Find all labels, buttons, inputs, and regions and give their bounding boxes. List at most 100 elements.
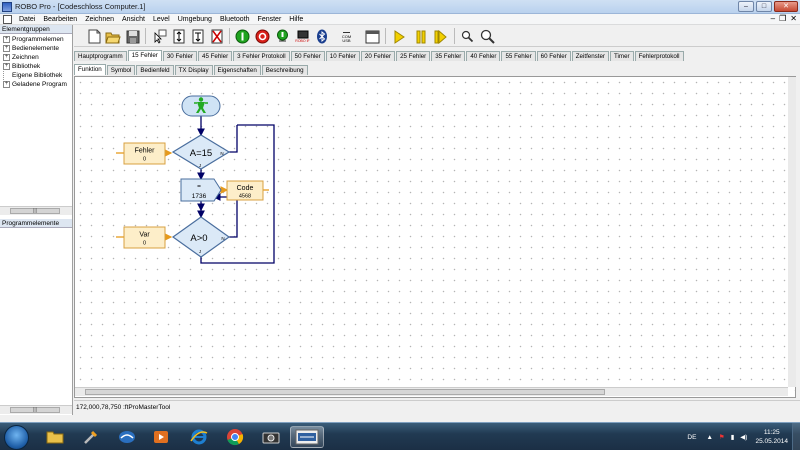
scroll-thumb[interactable]: ||| [10, 208, 60, 214]
expand-icon[interactable]: + [3, 63, 10, 70]
window-icon[interactable] [364, 28, 381, 45]
tab-45-fehler[interactable]: 45 Fehler [198, 51, 233, 61]
clock[interactable]: 11:25 25.05.2014 [755, 428, 788, 446]
tree-item-bibliothek[interactable]: + Bibliothek [0, 62, 72, 71]
bluetooth-icon[interactable] [313, 28, 330, 45]
menu-bearbeiten[interactable]: Bearbeiten [39, 16, 81, 23]
zoom-in-icon[interactable] [459, 28, 476, 45]
compare-a-equals-15[interactable]: A=15 J N [171, 134, 231, 170]
robo-pro-taskbar-icon[interactable] [290, 426, 324, 448]
tab-40-fehler[interactable]: 40 Fehler [466, 51, 501, 61]
zoom-out-icon[interactable] [479, 28, 496, 45]
elements-horizontal-scrollbar[interactable]: ||| [0, 405, 72, 414]
scroll-thumb[interactable] [85, 389, 605, 395]
tab-15-fehler[interactable]: 15 Fehler [127, 50, 162, 61]
start-button[interactable] [4, 425, 29, 450]
expand-icon[interactable]: + [3, 36, 10, 43]
menu-umgebung[interactable]: Umgebung [174, 16, 216, 23]
pointer-icon[interactable] [151, 28, 168, 45]
pause-icon[interactable] [412, 28, 429, 45]
tree-item-programmelemente[interactable]: + Programmelemen [0, 35, 72, 44]
tree-item-geladene-programme[interactable]: + Geladene Program [0, 80, 72, 89]
assignment-1736[interactable]: = 1736 [180, 178, 222, 202]
document-menu-icon[interactable] [3, 14, 12, 24]
doc-minimize-button[interactable]: – [771, 14, 775, 23]
explorer-taskbar-icon[interactable] [40, 426, 70, 448]
tab-zeitfenster[interactable]: Zeitfenster [571, 51, 609, 61]
tab-30-fehler[interactable]: 30 Fehler [162, 51, 197, 61]
show-desktop-button[interactable] [792, 423, 800, 450]
compare-a-greater-0[interactable]: A>0 J N [171, 216, 231, 258]
taskbar: DE ▲ ⚑ ▮ ◀) 11:25 25.05.2014 [0, 422, 800, 450]
copy-icon[interactable] [170, 28, 187, 45]
menu-level[interactable]: Level [149, 16, 174, 23]
canvas-vertical-scrollbar[interactable] [788, 77, 796, 387]
interface-icon[interactable]: ROBO IF [294, 28, 311, 45]
tab-3-fehler-protokoll[interactable]: 3 Fehler Protokoll [233, 51, 290, 61]
delete-icon[interactable] [189, 28, 206, 45]
internet-explorer-taskbar-icon[interactable] [184, 426, 214, 448]
tab-hauptprogramm[interactable]: Hauptprogramm [74, 51, 127, 61]
menu-fenster[interactable]: Fenster [254, 16, 286, 23]
canvas-horizontal-scrollbar[interactable] [75, 387, 788, 396]
thunderbird-taskbar-icon[interactable] [112, 426, 142, 448]
tab-20-fehler[interactable]: 20 Fehler [360, 51, 396, 61]
tab-timer[interactable]: Timer [610, 51, 634, 61]
tree-item-zeichnen[interactable]: + Zeichnen [0, 53, 72, 62]
scroll-thumb[interactable]: ||| [10, 407, 60, 413]
save-icon[interactable] [124, 28, 141, 45]
download-icon[interactable] [274, 28, 291, 45]
tab-funktion[interactable]: Funktion [74, 64, 106, 75]
start-green-icon[interactable] [234, 28, 251, 45]
tab-50-fehler[interactable]: 50 Fehler [290, 51, 325, 61]
expand-icon[interactable]: + [3, 45, 10, 52]
cut-icon[interactable] [208, 28, 225, 45]
tab-eigenschaften[interactable]: Eigenschaften [213, 65, 261, 75]
new-icon[interactable] [86, 28, 103, 45]
doc-restore-button[interactable]: ❐ [779, 14, 786, 23]
maximize-button[interactable]: □ [756, 1, 772, 12]
tab-25-fehler[interactable]: 25 Fehler [396, 51, 431, 61]
menu-zeichnen[interactable]: Zeichnen [81, 16, 118, 23]
menu-bluetooth[interactable]: Bluetooth [216, 16, 254, 23]
media-player-taskbar-icon[interactable] [146, 426, 176, 448]
tab-bedienfeld[interactable]: Bedienfeld [136, 65, 174, 75]
tray-arrow-icon[interactable]: ▲ [706, 434, 712, 441]
tab-35-fehler[interactable]: 35 Fehler [431, 51, 466, 61]
tab-60-fehler[interactable]: 60 Fehler [536, 51, 571, 61]
start-element[interactable] [181, 95, 221, 117]
expand-icon[interactable]: + [3, 81, 10, 88]
tab-55-fehler[interactable]: 55 Fehler [501, 51, 536, 61]
stop-red-icon[interactable] [254, 28, 271, 45]
variable-fehler[interactable]: Fehler 0 [123, 142, 166, 165]
doc-close-button[interactable]: ✕ [790, 14, 797, 23]
tab-fehlerprotokoll[interactable]: Fehlerprotokoll [634, 51, 684, 61]
tab-beschreibung[interactable]: Beschreibung [261, 65, 308, 75]
variable-code[interactable]: Code 4568 [226, 180, 264, 201]
tree-item-bedienelemente[interactable]: + Bedienelemente [0, 44, 72, 53]
tab-10-fehler[interactable]: 10 Fehler [325, 51, 360, 61]
language-indicator[interactable]: DE [687, 434, 696, 441]
tab-symbol[interactable]: Symbol [106, 65, 136, 75]
com-usb-icon[interactable]: COM USB [338, 28, 355, 45]
menu-ansicht[interactable]: Ansicht [118, 16, 149, 23]
chrome-taskbar-icon[interactable] [220, 426, 250, 448]
play-icon[interactable] [390, 28, 407, 45]
minimize-button[interactable]: – [738, 1, 754, 12]
program-canvas[interactable]: Fehler 0 A=15 J N = 1736 Code 4568 Var 0 [74, 76, 796, 398]
network-icon[interactable]: ▮ [731, 433, 735, 441]
tab-tx-display[interactable]: TX Display [174, 65, 213, 75]
expand-icon[interactable]: + [3, 54, 10, 61]
camera-taskbar-icon[interactable] [256, 426, 286, 448]
volume-icon[interactable]: ◀) [740, 433, 747, 441]
tree-horizontal-scrollbar[interactable]: ||| [0, 206, 72, 215]
tree-item-eigene-bibliothek[interactable]: Eigene Bibliothek [0, 71, 72, 80]
flag-icon[interactable]: ⚑ [719, 433, 725, 441]
close-button[interactable]: ✕ [774, 1, 798, 12]
menu-datei[interactable]: Datei [15, 16, 39, 23]
tools-taskbar-icon[interactable] [76, 426, 106, 448]
menu-hilfe[interactable]: Hilfe [285, 16, 307, 23]
step-icon[interactable] [432, 28, 449, 45]
variable-var[interactable]: Var 0 [123, 226, 166, 249]
open-icon[interactable] [104, 28, 121, 45]
